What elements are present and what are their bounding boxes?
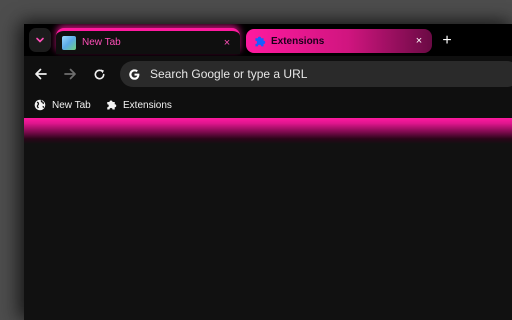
bookmark-extensions[interactable]: Extensions xyxy=(105,98,172,112)
new-tab-button[interactable]: + xyxy=(438,32,456,50)
browser-window: New Tab × Extensions × + Search Google o… xyxy=(24,24,512,320)
tab-new-tab[interactable]: New Tab × xyxy=(56,28,240,54)
bookmark-label: New Tab xyxy=(52,99,91,111)
reload-button[interactable] xyxy=(91,66,107,82)
bookmark-label: Extensions xyxy=(123,99,172,111)
google-icon xyxy=(126,66,142,82)
page-content xyxy=(24,118,512,320)
forward-button[interactable] xyxy=(62,66,78,82)
globe-icon xyxy=(34,99,46,111)
tab-title: New Tab xyxy=(82,37,121,48)
tab-search-button[interactable] xyxy=(29,28,51,52)
tab-strip: New Tab × Extensions × + xyxy=(24,24,512,56)
search-input[interactable] xyxy=(148,66,452,82)
puzzle-icon xyxy=(105,99,117,111)
arrow-left-icon xyxy=(35,68,47,80)
reload-icon xyxy=(94,68,104,79)
tab-title: Extensions xyxy=(271,35,325,47)
tab-extensions[interactable]: Extensions × xyxy=(246,29,432,53)
accent-glow-band xyxy=(24,118,512,144)
omnibox[interactable] xyxy=(120,61,512,87)
bookmarks-bar: New Tab Extensions xyxy=(24,92,512,118)
arrow-right-icon xyxy=(64,68,76,80)
tab-close-icon[interactable]: × xyxy=(412,34,426,48)
toolbar xyxy=(24,56,512,92)
puzzle-icon xyxy=(255,36,266,46)
chevron-down-icon xyxy=(36,37,44,43)
back-button[interactable] xyxy=(33,66,49,82)
tab-close-icon[interactable]: × xyxy=(220,36,234,50)
bookmark-new-tab[interactable]: New Tab xyxy=(34,98,91,112)
new-tab-favicon-icon xyxy=(62,35,76,50)
